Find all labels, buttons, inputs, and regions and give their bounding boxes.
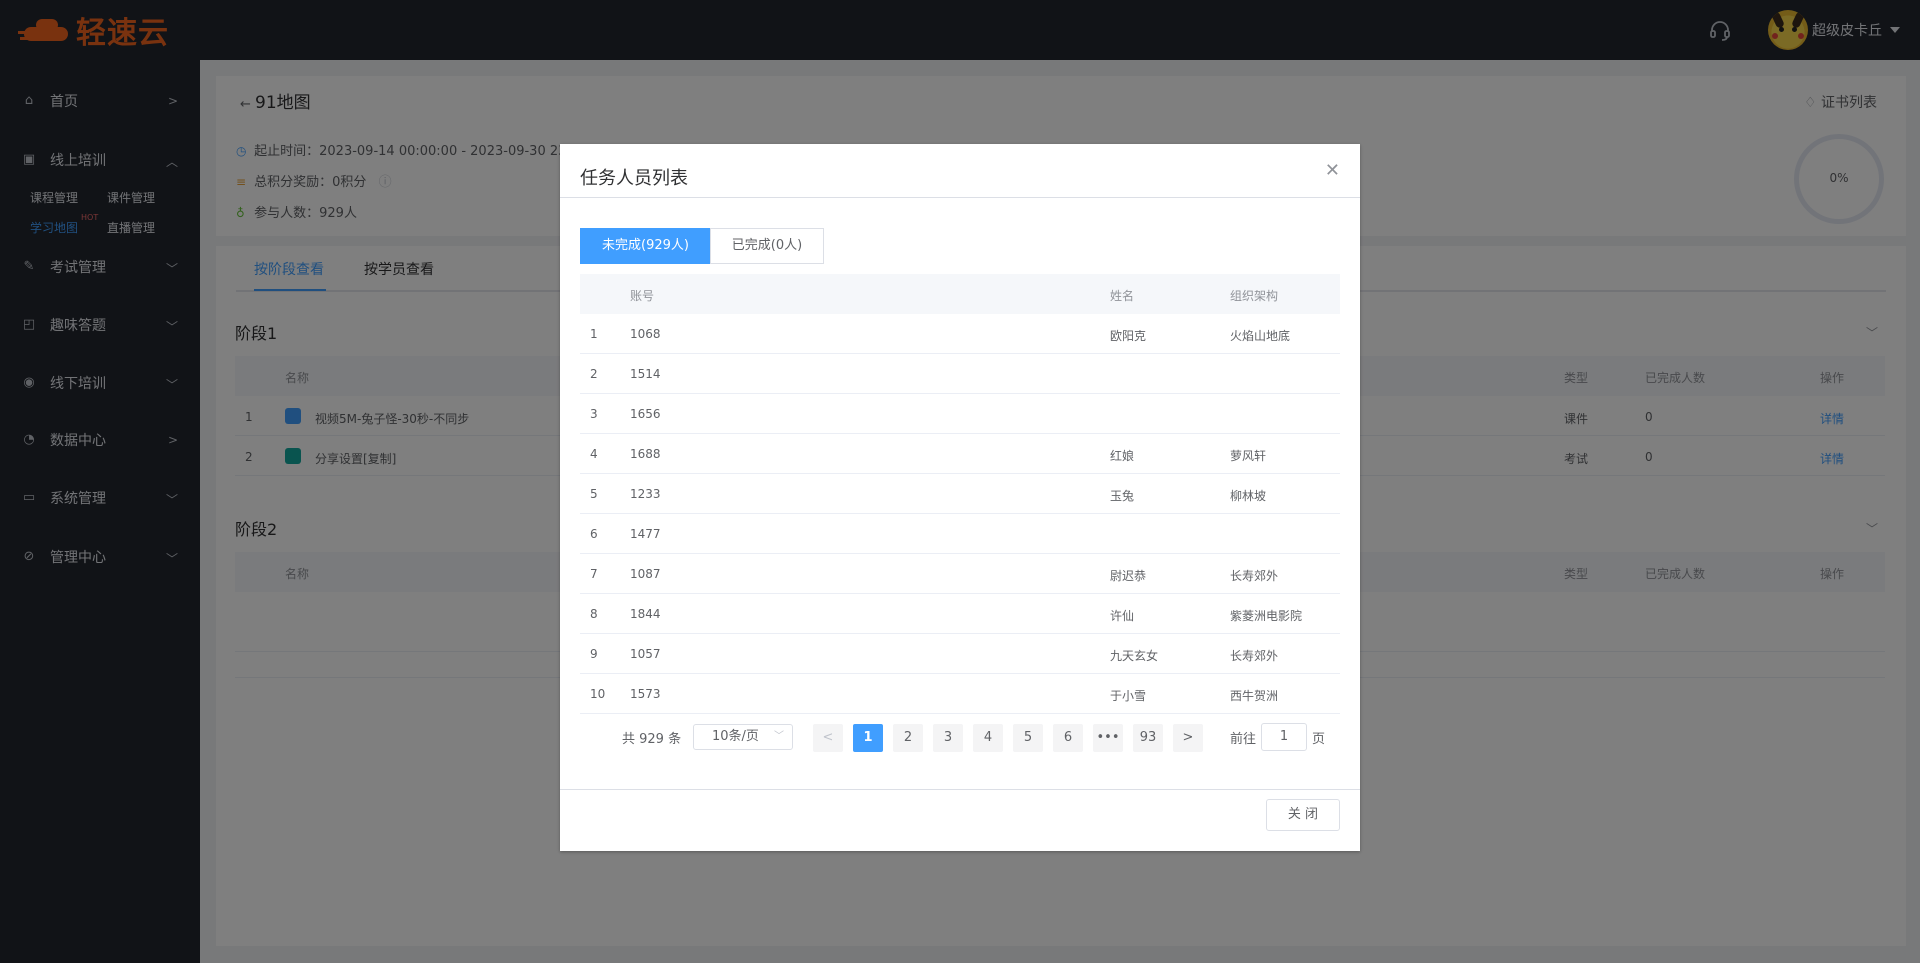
row-account: 1068 — [630, 327, 661, 341]
tab-complete[interactable]: 已完成(0人) — [710, 228, 824, 264]
row-org: 西牛贺洲 — [1230, 689, 1279, 703]
page-button[interactable]: 6 — [1053, 724, 1083, 752]
row-index: 7 — [590, 567, 598, 581]
close-button[interactable]: 关 闭 — [1266, 799, 1340, 831]
row-name: 玉兔 — [1110, 489, 1135, 503]
row-name: 于小雪 — [1110, 689, 1147, 703]
table-row: 6 1477 — [580, 514, 1340, 554]
row-org: 火焰山地底 — [1230, 329, 1291, 343]
pagination-total: 共 929 条 — [622, 732, 682, 747]
goto-suffix: 页 — [1312, 732, 1326, 747]
next-page-button[interactable]: > — [1173, 724, 1203, 752]
column-header-name: 姓名 — [1110, 289, 1135, 303]
table-row: 5 1233 玉兔 柳林坡 — [580, 474, 1340, 514]
row-org: 萝风轩 — [1230, 449, 1267, 463]
pagination: 共 929 条 10条/页 ﹀ < 1 2 3 4 5 6 ••• 93 > 前往 1 页 — [560, 722, 1360, 752]
row-index: 9 — [590, 647, 598, 661]
row-index: 1 — [590, 327, 598, 341]
row-index: 3 — [590, 407, 598, 421]
table-row: 4 1688 红娘 萝风轩 — [580, 434, 1340, 474]
row-org: 长寿郊外 — [1230, 569, 1279, 583]
row-index: 4 — [590, 447, 598, 461]
goto-page-input[interactable]: 1 — [1261, 723, 1307, 751]
row-index: 5 — [590, 487, 598, 501]
tab-incomplete[interactable]: 未完成(929人) — [580, 228, 711, 264]
row-index: 10 — [590, 687, 606, 701]
table-row: 7 1087 尉迟恭 长寿郊外 — [580, 554, 1340, 594]
page-button[interactable]: 93 — [1133, 724, 1163, 752]
row-account: 1656 — [630, 407, 661, 421]
footer-divider — [560, 789, 1360, 790]
table-row: 10 1573 于小雪 西牛贺洲 — [580, 674, 1340, 714]
more-pages-button[interactable]: ••• — [1093, 724, 1123, 752]
row-index: 6 — [590, 527, 598, 541]
page-size-select[interactable]: 10条/页 ﹀ — [693, 724, 793, 750]
chevron-down-icon: ﹀ — [774, 731, 784, 742]
table-row: 1 1068 欧阳克 火焰山地底 — [580, 314, 1340, 354]
page-button[interactable]: 1 — [853, 724, 883, 752]
row-account: 1057 — [630, 647, 661, 661]
prev-page-button[interactable]: < — [813, 724, 843, 752]
page-button[interactable]: 3 — [933, 724, 963, 752]
page-button[interactable]: 2 — [893, 724, 923, 752]
row-account: 1688 — [630, 447, 661, 461]
row-account: 1514 — [630, 367, 661, 381]
table-row: 8 1844 许仙 紫菱洲电影院 — [580, 594, 1340, 634]
column-header-account: 账号 — [630, 289, 655, 303]
row-org: 紫菱洲电影院 — [1230, 609, 1303, 623]
page-button[interactable]: 4 — [973, 724, 1003, 752]
row-name: 九天玄女 — [1110, 649, 1159, 663]
column-header-org: 组织架构 — [1230, 289, 1279, 303]
row-account: 1087 — [630, 567, 661, 581]
table-row: 3 1656 — [580, 394, 1340, 434]
close-icon[interactable]: ✕ — [1325, 160, 1340, 181]
row-index: 2 — [590, 367, 598, 381]
row-name: 欧阳克 — [1110, 329, 1147, 343]
table-row: 2 1514 — [580, 354, 1340, 394]
row-index: 8 — [590, 607, 598, 621]
row-name: 红娘 — [1110, 449, 1135, 463]
row-account: 1573 — [630, 687, 661, 701]
row-account: 1233 — [630, 487, 661, 501]
header-divider — [560, 197, 1360, 198]
row-org: 长寿郊外 — [1230, 649, 1279, 663]
row-name: 许仙 — [1110, 609, 1135, 623]
member-table-header: 账号 姓名 组织架构 — [580, 274, 1340, 314]
member-list-dialog: 任务人员列表 ✕ 未完成(929人) 已完成(0人) 账号 姓名 组织架构 11… — [560, 144, 1360, 851]
dialog-title: 任务人员列表 — [580, 168, 688, 189]
row-org: 柳林坡 — [1230, 489, 1267, 503]
row-account: 1844 — [630, 607, 661, 621]
page-button[interactable]: 5 — [1013, 724, 1043, 752]
goto-label: 前往 — [1230, 732, 1257, 747]
row-name: 尉迟恭 — [1110, 569, 1147, 583]
row-account: 1477 — [630, 527, 661, 541]
table-row: 9 1057 九天玄女 长寿郊外 — [580, 634, 1340, 674]
